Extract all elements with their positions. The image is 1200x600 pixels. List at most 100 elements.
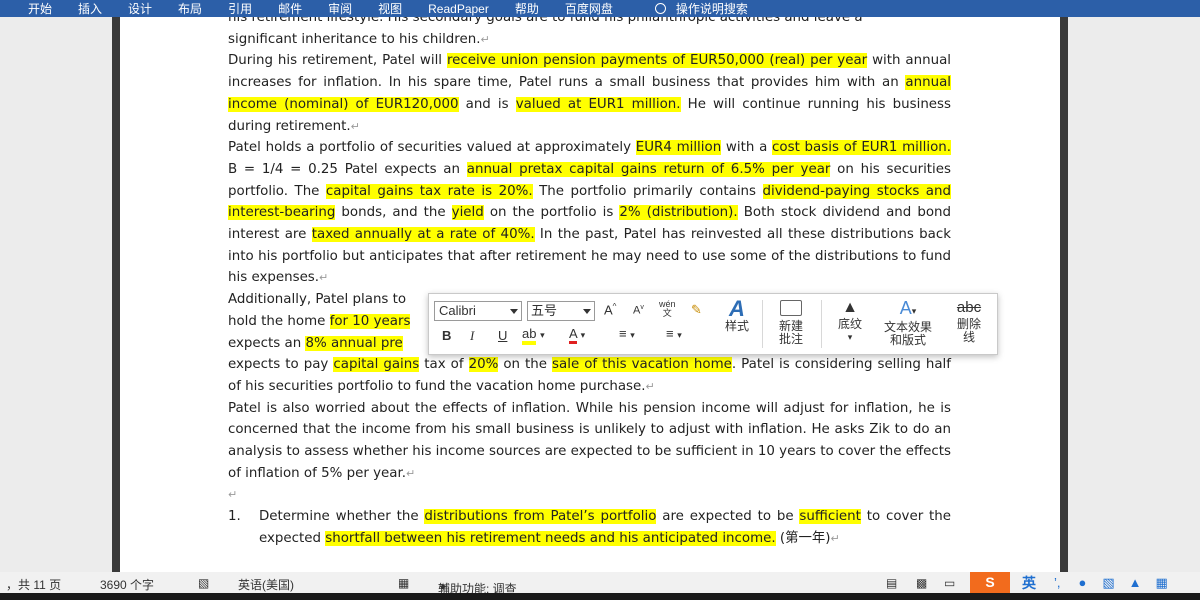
new-comment-icon (780, 300, 802, 316)
chevron-down-icon (510, 309, 518, 314)
highlight: sale of this vacation home (552, 357, 732, 373)
paragraph-vacation-home-cont: expects to pay capital gains tax of 20% … (228, 354, 951, 397)
text-run: Additionally, Patel plans to (228, 292, 407, 308)
text-run: Patel is also worried about the effects … (228, 400, 951, 481)
text-effects-label: 和版式 (889, 333, 926, 347)
font-name-value: Calibri (439, 303, 476, 318)
language-indicator[interactable]: 英语(美国) (238, 576, 294, 593)
text-run: The portfolio primarily contains (532, 183, 763, 199)
chevron-down-icon: ▾ (847, 332, 853, 342)
new-comment-button[interactable]: 新建 批注 (771, 298, 811, 346)
underline-button[interactable]: U (498, 328, 507, 343)
paragraph-mark: ↵ (350, 119, 360, 133)
paragraph-retirement-income: During his retirement, Patel will receiv… (228, 50, 951, 137)
numbering-icon: ≡ (666, 326, 674, 341)
text-line: significant inheritance to his children. (228, 31, 481, 47)
shrink-font-button[interactable]: Av (633, 304, 644, 317)
phonetic-guide-icon: wén (659, 299, 676, 309)
highlight: yield (451, 205, 484, 221)
highlight: cost basis of EUR1 million. (772, 140, 952, 156)
tab-review[interactable]: 审阅 (328, 0, 352, 17)
chevron-down-icon (583, 309, 591, 314)
tell-me-search[interactable]: 操作说明搜索 (654, 0, 748, 17)
text-line: his retirement lifestyle. His secondary … (228, 17, 863, 25)
highlight: sufficient (799, 509, 861, 525)
toolbox-icon[interactable]: ▦ (1156, 575, 1168, 591)
list-number: 1. (228, 509, 241, 525)
paragraph-mark: ↵ (645, 379, 655, 393)
divider (762, 300, 763, 348)
strikethrough-label: 线 (962, 330, 975, 344)
font-size-dropdown[interactable]: 五号 (527, 301, 595, 321)
ime-language-toggle[interactable]: 英 (1022, 573, 1036, 593)
styles-label: 样式 (724, 319, 749, 333)
ribbon-tab-bar: 开始 插入 设计 布局 引用 邮件 审阅 视图 ReadPaper 帮助 百度网… (0, 0, 1200, 17)
italic-button[interactable]: I (470, 328, 474, 344)
tab-baidu-netdisk[interactable]: 百度网盘 (565, 0, 613, 17)
tab-design[interactable]: 设计 (128, 0, 152, 17)
page-count[interactable]: ，共 11 页 (6, 576, 61, 593)
tab-insert[interactable]: 插入 (78, 0, 102, 17)
font-name-dropdown[interactable]: Calibri (434, 301, 522, 321)
highlighter-icon: ab (522, 326, 537, 345)
text-run: and is (458, 96, 516, 112)
shading-label: 底纹 (837, 317, 862, 331)
grow-font-button[interactable]: A^ (604, 302, 616, 317)
tab-readpaper[interactable]: ReadPaper (428, 2, 489, 16)
strikethrough-icon: abc (956, 299, 982, 316)
word-count[interactable]: 3690 个字 (100, 576, 154, 593)
canvas-left (0, 17, 112, 572)
taskbar-edge (0, 593, 1200, 600)
font-size-value: 五号 (531, 303, 558, 318)
print-layout-icon[interactable]: ▩ (916, 576, 927, 590)
punctuation-icon[interactable]: ’, (1054, 575, 1061, 590)
tab-layout[interactable]: 布局 (178, 0, 202, 17)
format-painter-icon[interactable]: ✎ (691, 302, 702, 318)
phonetic-guide-button[interactable]: wén 文 (659, 300, 676, 318)
paragraph-portfolio: Patel holds a portfolio of securities va… (228, 137, 952, 289)
tab-view[interactable]: 视图 (378, 0, 402, 17)
bold-button[interactable]: B (442, 328, 451, 343)
text-run: During his retirement, Patel will (228, 53, 447, 69)
ime-toolbar: S 英 ’, ● ▧ ▲ ▦ (970, 572, 1168, 593)
text-run: hold the home (228, 313, 330, 329)
read-mode-icon[interactable]: ▤ (886, 576, 897, 590)
web-layout-icon[interactable]: ▭ (944, 576, 955, 590)
paragraph-inflation: Patel is also worried about the effects … (228, 398, 951, 485)
text-run: (第一年) (775, 530, 831, 546)
bullets-icon: ≡ (619, 326, 627, 341)
tell-me-label: 操作说明搜索 (675, 2, 748, 16)
numbering-button[interactable]: ≡ ▾ (666, 326, 682, 341)
macro-recording-icon[interactable]: ▦ (398, 576, 409, 590)
list-item: 1. Determine whether the distributions f… (228, 506, 951, 549)
microphone-icon[interactable]: ● (1079, 575, 1087, 590)
strikethrough-button[interactable]: abc 删除 线 (947, 298, 991, 344)
paragraph-mark: ↵ (319, 271, 329, 285)
shading-button[interactable]: ▲ 底纹 ▾ (829, 298, 871, 344)
font-color-button[interactable]: A ▾ (569, 326, 585, 344)
highlight: receive union pension payments of EUR50,… (446, 53, 868, 69)
skin-icon[interactable]: ▲ (1129, 575, 1142, 590)
document-body[interactable]: his retirement lifestyle. His secondary … (228, 17, 952, 550)
tab-home[interactable]: 开始 (28, 0, 52, 17)
highlight: capital gains tax rate is 20%. (325, 183, 533, 199)
tab-mailings[interactable]: 邮件 (278, 0, 302, 17)
keyboard-icon[interactable]: ▧ (1102, 575, 1114, 591)
proofing-icon[interactable]: ▧ (198, 576, 209, 590)
tab-help[interactable]: 帮助 (515, 0, 539, 17)
highlight-color-button[interactable]: ab ▾ (522, 326, 545, 345)
highlight: distributions from Patel’s portfolio (424, 509, 657, 525)
styles-button[interactable]: A 样式 (719, 298, 755, 333)
highlight: for 10 years (329, 313, 411, 329)
tab-references[interactable]: 引用 (228, 0, 252, 17)
text-run: on the (498, 357, 553, 373)
page-border-right (1060, 17, 1068, 572)
font-color-icon: A (569, 326, 577, 344)
new-comment-label: 批注 (778, 332, 803, 346)
text-effects-button[interactable]: A▾ 文本效果 和版式 (875, 298, 941, 347)
bullets-button[interactable]: ≡ ▾ (619, 326, 635, 341)
sogou-ime-icon[interactable]: S (970, 572, 1010, 593)
lightbulb-icon (654, 3, 666, 14)
paragraph-mark: ↵ (405, 466, 416, 480)
canvas-right (1068, 17, 1200, 572)
